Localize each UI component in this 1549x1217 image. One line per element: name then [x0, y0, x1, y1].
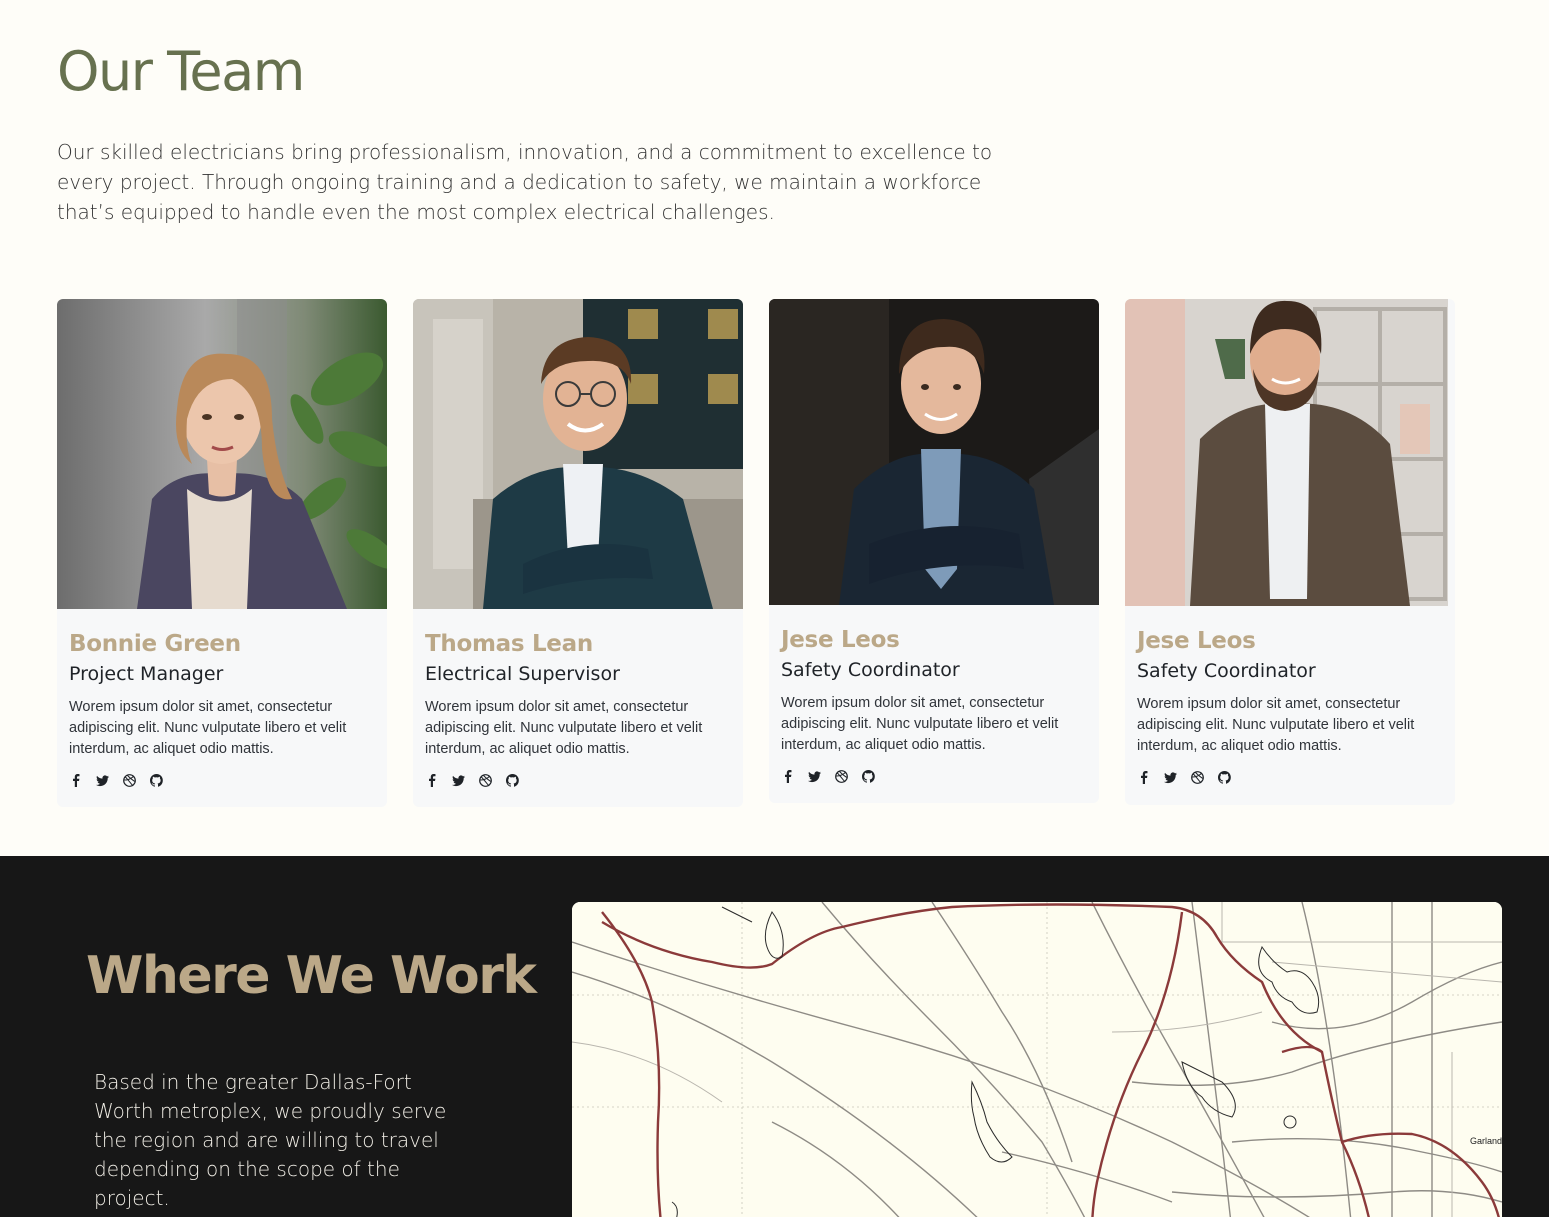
member-role: Project Manager	[69, 663, 224, 685]
dribbble-icon[interactable]	[479, 774, 492, 787]
member-bio: Worem ipsum dolor sit amet, consectetur …	[69, 699, 347, 757]
dribbble-icon[interactable]	[835, 770, 848, 783]
team-card: Bonnie Green Project Manager Worem ipsum…	[57, 299, 387, 807]
dribbble-icon[interactable]	[1191, 771, 1204, 784]
member-role: Safety Coordinator	[1137, 660, 1316, 682]
team-photo	[769, 299, 1099, 605]
member-name: Thomas Lean	[425, 631, 593, 657]
service-area-map[interactable]: Garland	[572, 902, 1502, 1217]
team-photo	[1125, 299, 1455, 606]
facebook-icon[interactable]	[425, 774, 438, 787]
member-name: Bonnie Green	[69, 631, 241, 657]
team-intro: Our skilled electricians bring professio…	[57, 140, 993, 224]
twitter-icon[interactable]	[808, 770, 821, 783]
team-card: Thomas Lean Electrical Supervisor Worem …	[413, 299, 743, 807]
twitter-icon[interactable]	[1164, 771, 1177, 784]
member-name: Jese Leos	[1137, 628, 1256, 654]
member-role: Electrical Supervisor	[425, 663, 620, 685]
github-icon[interactable]	[1218, 771, 1231, 784]
dribbble-icon[interactable]	[123, 774, 136, 787]
member-bio: Worem ipsum dolor sit amet, consectetur …	[781, 695, 1059, 753]
twitter-icon[interactable]	[96, 774, 109, 787]
team-card: Jese Leos Safety Coordinator Worem ipsum…	[1125, 299, 1455, 805]
social-links	[1137, 771, 1447, 784]
facebook-icon[interactable]	[69, 774, 82, 787]
work-description: Based in the greater Dallas-Fort Worth m…	[94, 1070, 447, 1210]
card-body: Jese Leos Safety Coordinator Worem ipsum…	[1137, 626, 1447, 784]
card-body: Bonnie Green Project Manager Worem ipsum…	[69, 629, 379, 787]
member-name: Jese Leos	[781, 627, 900, 653]
where-we-work-section: Where We Work Based in the greater Dalla…	[0, 856, 1549, 1217]
facebook-icon[interactable]	[781, 770, 794, 783]
github-icon[interactable]	[862, 770, 875, 783]
card-body: Thomas Lean Electrical Supervisor Worem …	[425, 629, 735, 787]
github-icon[interactable]	[506, 774, 519, 787]
work-title: Where We Work	[86, 946, 537, 1006]
facebook-icon[interactable]	[1137, 771, 1150, 784]
team-section: Our Team Our skilled electricians bring …	[0, 0, 1549, 856]
team-photo	[57, 299, 387, 609]
social-links	[781, 770, 1091, 783]
github-icon[interactable]	[150, 774, 163, 787]
card-body: Jese Leos Safety Coordinator Worem ipsum…	[781, 625, 1091, 783]
team-card: Jese Leos Safety Coordinator Worem ipsum…	[769, 299, 1099, 803]
twitter-icon[interactable]	[452, 774, 465, 787]
member-role: Safety Coordinator	[781, 659, 960, 681]
social-links	[425, 774, 735, 787]
social-links	[69, 774, 379, 787]
map-label-garland: Garland	[1469, 1136, 1502, 1146]
team-title: Our Team	[57, 40, 305, 103]
member-bio: Worem ipsum dolor sit amet, consectetur …	[425, 699, 703, 757]
team-photo	[413, 299, 743, 609]
member-bio: Worem ipsum dolor sit amet, consectetur …	[1137, 696, 1415, 754]
